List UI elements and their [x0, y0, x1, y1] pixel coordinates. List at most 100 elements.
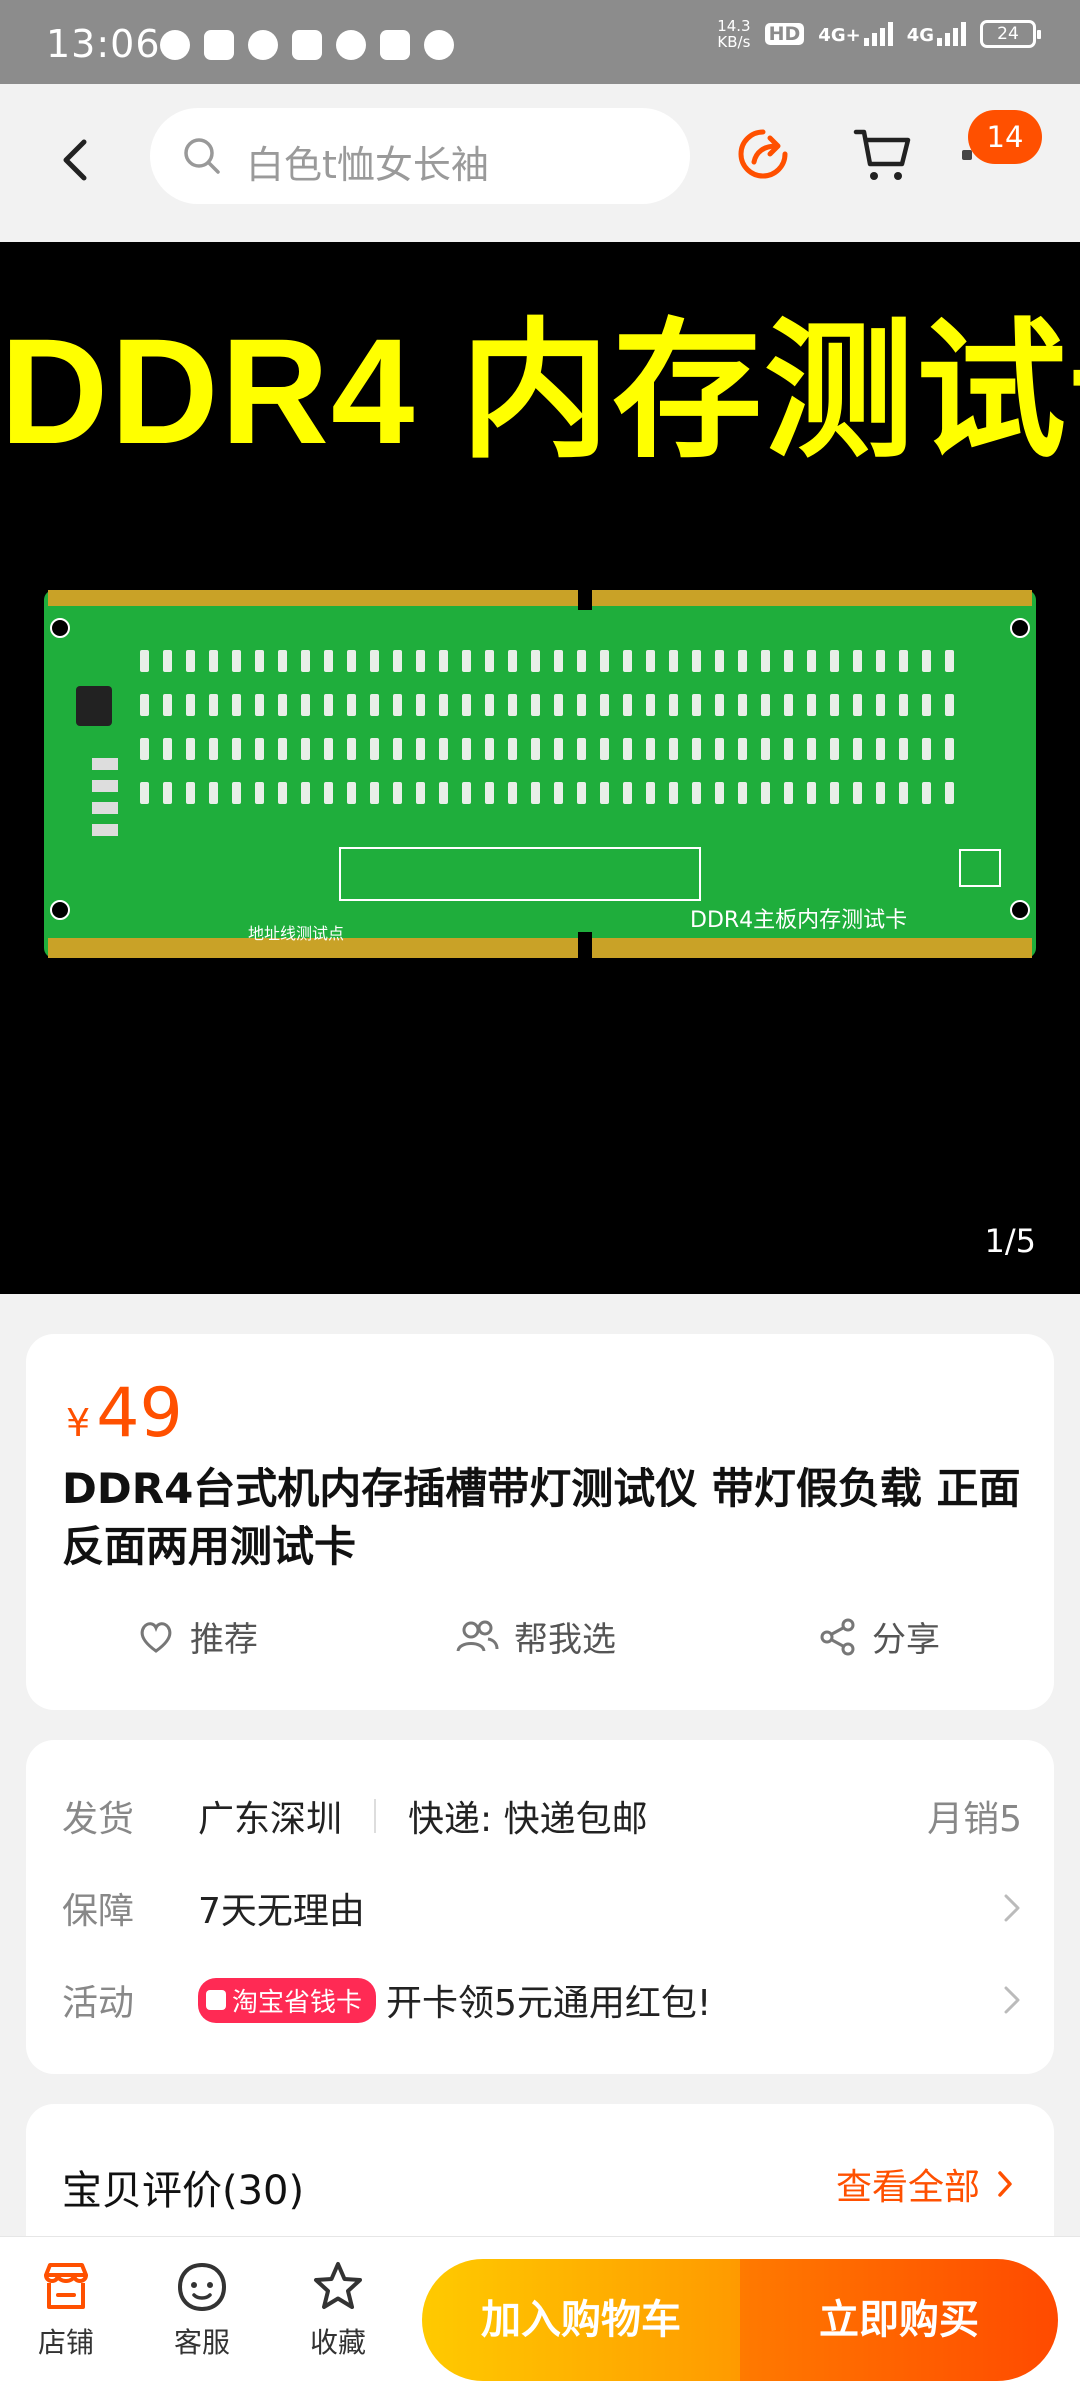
pcb-led: [324, 782, 333, 804]
guarantee-value: 7天无理由: [198, 1891, 365, 1932]
pcb-led: [186, 738, 195, 760]
pcb-led: [761, 650, 770, 672]
pcb-led: [255, 782, 264, 804]
pcb-led: [209, 694, 218, 716]
product-actions: 推荐 帮我选 分享: [26, 1612, 1054, 1672]
share-arrow-icon: [738, 129, 788, 179]
shipping-from: 广东深圳: [198, 1799, 343, 1840]
qq-icon: [160, 30, 190, 60]
shop-label: 店铺: [37, 2326, 94, 2359]
pcb-led: [554, 782, 563, 804]
pcb-led: [255, 694, 264, 716]
pcb-led: [393, 694, 402, 716]
pcb-led: [393, 738, 402, 760]
pcb-led: [761, 738, 770, 760]
price-card: ¥ 49 DDR4台式机内存插槽带灯测试仪 带灯假负载 正面反面两用测试卡 推荐…: [26, 1334, 1054, 1710]
chevron-right-icon: [998, 2171, 1012, 2197]
recommend-label: 推荐: [190, 1620, 258, 1660]
pcb-led: [347, 694, 356, 716]
pcb-led: [945, 782, 954, 804]
pcb-led: [370, 782, 379, 804]
pcb-led: [347, 738, 356, 760]
cart-count-badge: 14: [968, 110, 1042, 164]
pcb-led: [531, 738, 540, 760]
pcb-led: [163, 694, 172, 716]
pcb-led: [945, 650, 954, 672]
shipping-row[interactable]: 发货 广东深圳 快递: 快递包邮 月销5: [62, 1788, 1022, 1844]
activity-row[interactable]: 活动 淘宝省钱卡 开卡领5元通用红包!: [62, 1972, 1022, 2028]
pcb-led: [255, 738, 264, 760]
pcb-led: [761, 694, 770, 716]
cart-button[interactable]: [852, 124, 914, 190]
pcb-led: [623, 650, 632, 672]
share-product-button[interactable]: 分享: [818, 1612, 940, 1661]
pcb-led: [255, 650, 264, 672]
pcb-led: [393, 650, 402, 672]
pcb-led: [784, 782, 793, 804]
people-icon: [456, 1620, 499, 1652]
guarantee-row[interactable]: 保障 7天无理由: [62, 1880, 1022, 1936]
star-icon: [314, 2262, 362, 2309]
pcb-led: [669, 650, 678, 672]
pcb-led: [899, 782, 908, 804]
led-array: [170, 680, 990, 688]
wechat-icon: [336, 30, 366, 60]
pcb-led: [186, 782, 195, 804]
share-button[interactable]: [732, 124, 794, 190]
signal-4g-plus-icon: 4G+: [818, 22, 893, 46]
divider: [374, 1799, 377, 1833]
pcb-led: [301, 738, 310, 760]
search-input[interactable]: 白色t恤女长袖: [150, 108, 690, 204]
favorite-tab[interactable]: 收藏: [288, 2259, 388, 2361]
pcb-led: [600, 782, 609, 804]
pcb-led: [209, 782, 218, 804]
recommend-button[interactable]: 推荐: [136, 1612, 258, 1661]
pcb-led: [899, 694, 908, 716]
pcb-led: [393, 782, 402, 804]
pcb-led: [554, 738, 563, 760]
chevron-right-icon: [1004, 1986, 1020, 2014]
pcb-led: [209, 650, 218, 672]
pcb-led: [899, 738, 908, 760]
view-all-reviews-link[interactable]: 查看全部: [836, 2158, 1014, 2210]
back-button[interactable]: [56, 130, 106, 190]
pcb-led: [922, 782, 931, 804]
pcb-led: [876, 694, 885, 716]
pcb-led: [324, 738, 333, 760]
pcb-led: [462, 650, 471, 672]
pcb-led: [715, 738, 724, 760]
pcb-led: [807, 650, 816, 672]
help-choose-button[interactable]: 帮我选: [454, 1612, 616, 1661]
pcb-led: [324, 650, 333, 672]
customer-service-icon: [177, 2262, 227, 2312]
pcb-led: [715, 694, 724, 716]
pcb-led: [301, 782, 310, 804]
review-title: 宝贝评价(30): [62, 2168, 305, 2214]
pcb-led: [830, 738, 839, 760]
pcb-led: [830, 694, 839, 716]
pcb-led: [738, 782, 747, 804]
mail-icon: [204, 30, 234, 60]
bag-icon: [206, 1990, 226, 2010]
shop-tab[interactable]: 店铺: [16, 2259, 116, 2361]
pcb-led: [646, 650, 655, 672]
pcb-led: [140, 650, 149, 672]
pcb-led: [163, 738, 172, 760]
pcb-led: [623, 738, 632, 760]
buy-now-button[interactable]: 立即购买: [740, 2259, 1058, 2381]
pcb-led: [669, 694, 678, 716]
pcb-led: [577, 694, 586, 716]
pcb-led: [646, 782, 655, 804]
pcb-led: [531, 650, 540, 672]
pcb-led: [830, 782, 839, 804]
product-image-gallery[interactable]: DDR4 内存测试卡 DDR4主板内存测试卡 地址线测试点 1/5: [0, 242, 1080, 1294]
price-currency: ¥: [66, 1401, 91, 1445]
service-tab[interactable]: 客服: [152, 2259, 252, 2361]
share-label: 分享: [872, 1620, 940, 1660]
status-right: 14.3 KB/s HD 4G+ 4G 24: [717, 18, 1041, 50]
add-to-cart-button[interactable]: 加入购物车: [422, 2259, 740, 2381]
bottom-bar: 店铺 客服 收藏 加入购物车 立即购买: [0, 2236, 1080, 2400]
pcb-led: [439, 782, 448, 804]
pcb-led: [508, 694, 517, 716]
pcb-led: [761, 782, 770, 804]
